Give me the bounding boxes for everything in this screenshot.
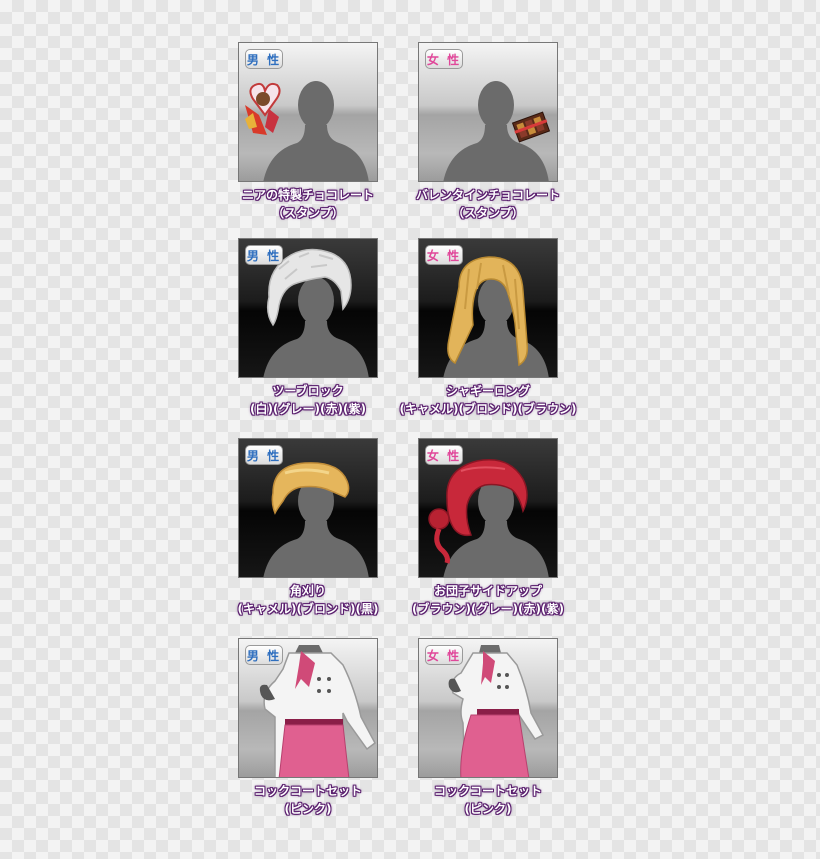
gender-badge: 女 性 <box>425 49 463 69</box>
gender-badge: 男 性 <box>245 645 283 665</box>
gender-badge: 女 性 <box>425 245 463 265</box>
item-label: ツーブロック (白)(グレー)(赤)(紫) <box>250 384 366 416</box>
item-label: コックコートセット (ピンク) <box>253 784 362 816</box>
gender-badge: 男 性 <box>245 49 283 69</box>
gender-badge: 男 性 <box>245 445 283 465</box>
item-thumbnail: 男 性 <box>238 638 378 778</box>
item-thumbnail: 男 性 <box>238 42 378 182</box>
item-label: バレンタインチョコレート （スタンプ） <box>415 188 560 220</box>
gender-badge: 女 性 <box>425 645 463 665</box>
item-thumbnail: 男 性 <box>238 238 378 378</box>
item-thumbnail: 女 性 <box>418 42 558 182</box>
item-label: お団子サイドアップ (ブラウン)(グレー)(赤)(紫) <box>412 584 564 616</box>
item-label: シャギーロング (キャメル)(ブロンド)(ブラウン) <box>399 384 577 416</box>
gender-badge: 男 性 <box>245 245 283 265</box>
item-label: 角刈り (キャメル)(ブロンド)(黒) <box>237 584 379 616</box>
item-thumbnail: 男 性 <box>238 438 378 578</box>
chocolate-stamp-icon <box>245 82 281 135</box>
item-thumbnail: 女 性 <box>418 638 558 778</box>
gender-badge: 女 性 <box>425 445 463 465</box>
item-label: ニアの特製チョコレート （スタンプ） <box>241 188 374 220</box>
chef-coat-icon <box>448 645 545 777</box>
item-label: コックコートセット (ピンク) <box>433 784 542 816</box>
chocolate-box-icon <box>511 111 551 143</box>
item-thumbnail: 女 性 <box>418 238 558 378</box>
item-thumbnail: 女 性 <box>418 438 558 578</box>
